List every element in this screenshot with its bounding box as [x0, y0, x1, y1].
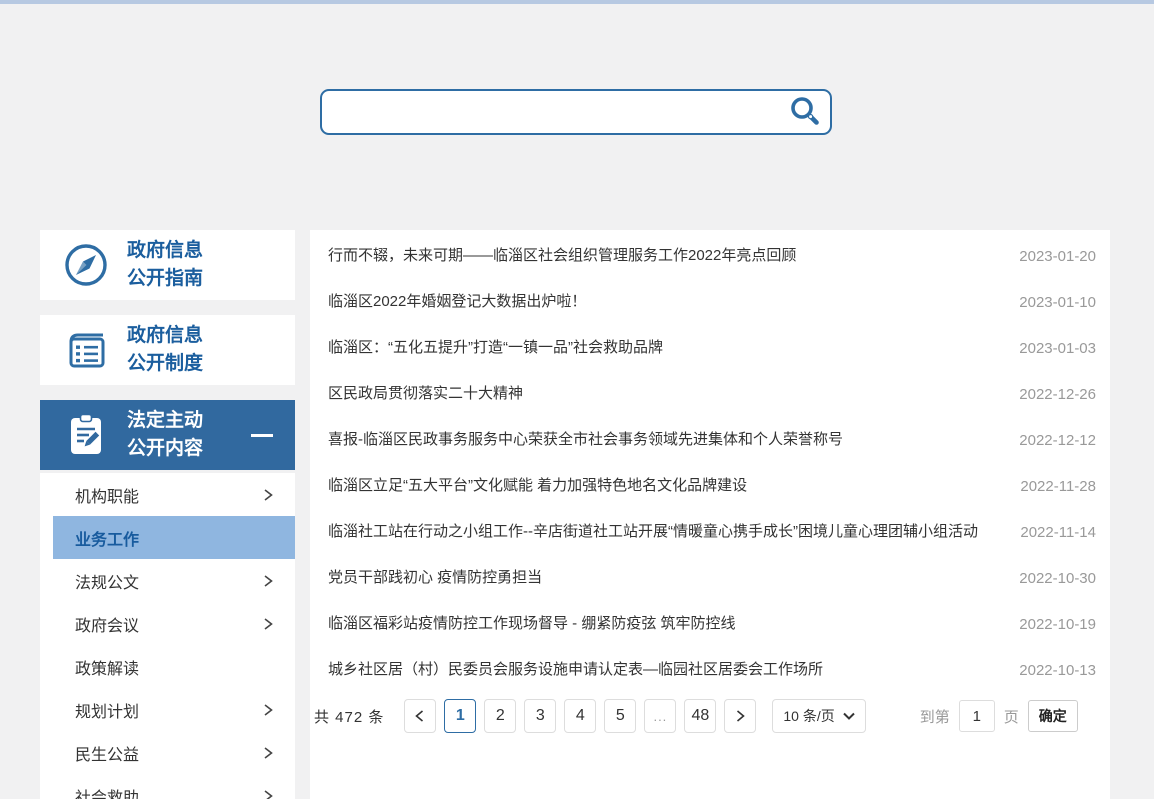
page-button-3[interactable]: 3 [524, 699, 557, 733]
article-row[interactable]: 区民政局贯彻落实二十大精神 2022-12-26 [310, 371, 1110, 417]
sidebar-item-zhengfuhuiyi[interactable]: 政府会议 [40, 602, 295, 645]
article-title: 临淄区：“五化五提升”打造“一镇一品”社会救助品牌 [328, 339, 663, 356]
article-title: 喜报-临淄区民政事务服务中心荣获全市社会事务领域先进集体和个人荣誉称号 [328, 431, 843, 448]
article-title: 行而不辍，未来可期——临淄区社会组织管理服务工作2022年亮点回顾 [328, 247, 797, 264]
submenu-label: 政策解读 [75, 660, 140, 678]
page-size-value: 10 条/页 [783, 708, 835, 724]
sidebar-section-statutory-disclosure[interactable]: 法定主动 公开内容 [40, 400, 295, 470]
page-button-2[interactable]: 2 [484, 699, 517, 733]
article-row[interactable]: 临淄区立足“五大平台”文化赋能 着力加强特色地名文化品牌建设 2022-11-2… [310, 463, 1110, 509]
chevron-right-icon [261, 789, 275, 799]
sidebar-section-label: 政府信息 公开指南 [127, 240, 204, 289]
article-row[interactable]: 临淄区2022年婚姻登记大数据出炉啦！ 2023-01-10 [310, 279, 1110, 325]
article-row[interactable]: 城乡社区居（村）民委员会服务设施申请认定表—临园社区居委会工作场所 2022-1… [310, 647, 1110, 693]
chevron-right-icon [261, 617, 275, 631]
main-layout: 政府信息 公开指南 政府信息 公开制度 法定主动 公开内容 机构职能 业务工作 … [0, 230, 1154, 799]
article-row[interactable]: 临淄区福彩站疫情防控工作现场督导 - 绷紧防疫弦 筑牢防控线 2022-10-1… [310, 601, 1110, 647]
search-input[interactable] [336, 91, 788, 133]
sidebar-item-guihuajihua[interactable]: 规划计划 [40, 688, 295, 731]
sidebar-submenu: 机构职能 业务工作 法规公文 政府会议 政策解读 规划计划 民生公益 社会救助 [40, 473, 295, 799]
article-list-panel: 行而不辍，未来可期——临淄区社会组织管理服务工作2022年亮点回顾 2023-0… [310, 230, 1110, 799]
goto-page-input[interactable] [958, 700, 995, 732]
chevron-right-icon [261, 703, 275, 717]
search-box [320, 89, 832, 135]
submenu-label: 法规公文 [75, 574, 140, 592]
article-title: 区民政局贯彻落实二十大精神 [328, 385, 524, 402]
page-button-1[interactable]: 1 [444, 699, 477, 733]
sidebar-item-jigouzhineng[interactable]: 机构职能 [40, 473, 295, 516]
page-button-5[interactable]: 5 [604, 699, 637, 733]
article-date: 2023-01-10 [1019, 293, 1096, 311]
page-button-48[interactable]: 48 [684, 699, 717, 733]
sidebar-item-zhengcejiedu[interactable]: 政策解读 [40, 645, 295, 688]
compass-icon [62, 241, 110, 289]
chevron-right-icon [261, 746, 275, 760]
submenu-label: 社会救助 [75, 789, 140, 799]
chevron-right-icon [261, 488, 275, 502]
article-date: 2022-12-26 [1019, 385, 1096, 403]
article-title: 党员干部践初心 疫情防控勇担当 [328, 569, 543, 586]
article-date: 2022-10-13 [1019, 661, 1096, 679]
goto-page-group: 到第 页 确定 [920, 700, 1078, 732]
sidebar-item-minshenggongyi[interactable]: 民生公益 [40, 731, 295, 774]
sidebar: 政府信息 公开指南 政府信息 公开制度 法定主动 公开内容 机构职能 业务工作 … [40, 230, 295, 799]
prev-page-button[interactable] [404, 699, 437, 733]
ledger-book-icon [62, 326, 110, 374]
page-size-select[interactable]: 10 条/页 [772, 699, 866, 733]
sidebar-section-open-system[interactable]: 政府信息 公开制度 [40, 315, 295, 385]
article-date: 2022-12-12 [1019, 431, 1096, 449]
chevron-right-icon [733, 709, 747, 723]
next-page-button[interactable] [724, 699, 757, 733]
article-row[interactable]: 党员干部践初心 疫情防控勇担当 2022-10-30 [310, 555, 1110, 601]
submenu-label: 政府会议 [75, 617, 140, 635]
confirm-button[interactable]: 确定 [1027, 700, 1078, 732]
article-row[interactable]: 临淄区：“五化五提升”打造“一镇一品”社会救助品牌 2023-01-03 [310, 325, 1110, 371]
article-title: 临淄社工站在行动之小组工作--辛店街道社工站开展“情暖童心携手成长”困境儿童心理… [328, 523, 978, 540]
submenu-label: 规划计划 [75, 703, 140, 721]
sidebar-item-faguigongwen[interactable]: 法规公文 [40, 559, 295, 602]
submenu-label: 机构职能 [75, 488, 140, 506]
article-title: 临淄区立足“五大平台”文化赋能 着力加强特色地名文化品牌建设 [328, 477, 748, 494]
sidebar-item-yewugongzuo[interactable]: 业务工作 [53, 516, 295, 559]
clipboard-pen-icon [62, 411, 110, 459]
goto-prefix-label: 到第 [919, 708, 950, 726]
article-date: 2022-11-14 [1020, 523, 1096, 541]
page-header [0, 4, 1154, 230]
chevron-right-icon [261, 574, 275, 588]
article-title: 城乡社区居（村）民委员会服务设施申请认定表—临园社区居委会工作场所 [328, 661, 824, 678]
article-date: 2023-01-03 [1019, 339, 1096, 357]
article-date: 2022-10-19 [1019, 615, 1096, 633]
total-count-label: 共 472 条 [314, 708, 385, 726]
submenu-label: 业务工作 [75, 531, 140, 549]
submenu-label: 民生公益 [75, 746, 140, 764]
article-date: 2023-01-20 [1019, 247, 1096, 265]
sidebar-section-open-guide[interactable]: 政府信息 公开指南 [40, 230, 295, 300]
article-row[interactable]: 行而不辍，未来可期——临淄区社会组织管理服务工作2022年亮点回顾 2023-0… [310, 233, 1110, 279]
article-date: 2022-11-28 [1020, 477, 1096, 495]
collapse-minus-icon [251, 433, 273, 437]
article-title: 临淄区福彩站疫情防控工作现场督导 - 绷紧防疫弦 筑牢防控线 [328, 615, 736, 632]
chevron-left-icon [413, 709, 427, 723]
pagination-bar: 共 472 条 1 2 3 4 5 ... 48 10 条/页 到第 1 页 确… [310, 699, 1110, 753]
page-button-4[interactable]: 4 [564, 699, 597, 733]
sidebar-section-label: 政府信息 公开制度 [127, 325, 204, 374]
goto-unit-label: 页 [1003, 708, 1019, 726]
sidebar-section-label: 法定主动 公开内容 [127, 410, 204, 459]
sidebar-item-shehuijiuzhu[interactable]: 社会救助 [40, 774, 295, 799]
search-icon [788, 95, 822, 129]
search-button[interactable] [788, 95, 822, 129]
article-date: 2022-10-30 [1019, 569, 1096, 587]
article-title: 临淄区2022年婚姻登记大数据出炉啦！ [328, 293, 587, 310]
chevron-down-icon [843, 712, 855, 720]
article-row[interactable]: 喜报-临淄区民政事务服务中心荣获全市社会事务领域先进集体和个人荣誉称号 2022… [310, 417, 1110, 463]
article-row[interactable]: 临淄社工站在行动之小组工作--辛店街道社工站开展“情暖童心携手成长”困境儿童心理… [310, 509, 1110, 555]
page-ellipsis-button[interactable]: ... [644, 699, 677, 733]
